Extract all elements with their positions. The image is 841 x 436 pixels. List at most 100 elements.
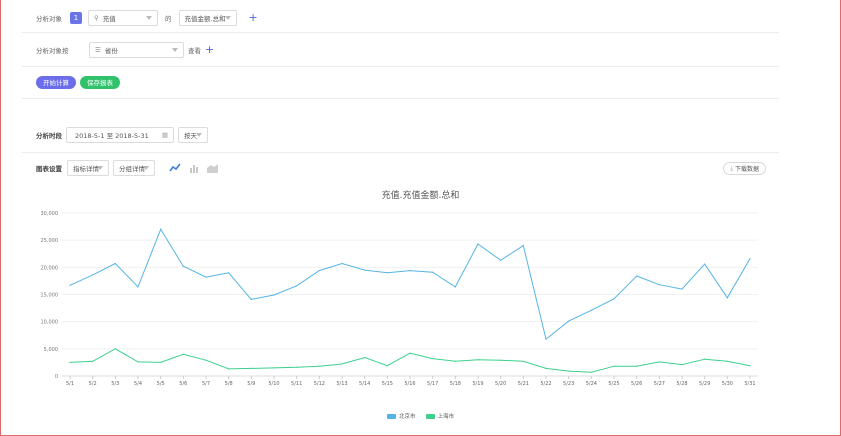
data-point[interactable]: [545, 367, 547, 369]
data-point[interactable]: [613, 365, 615, 367]
x-tick-label: 5/13: [336, 381, 347, 387]
data-point[interactable]: [749, 258, 751, 260]
data-point[interactable]: [704, 358, 706, 360]
data-point[interactable]: [386, 365, 388, 367]
data-point[interactable]: [704, 263, 706, 265]
x-tick-label: 5/5: [157, 381, 165, 387]
data-point[interactable]: [69, 361, 71, 364]
data-point[interactable]: [296, 285, 298, 287]
data-point[interactable]: [250, 367, 252, 369]
data-point[interactable]: [137, 286, 139, 288]
x-tick-label: 5/26: [631, 381, 642, 387]
data-point[interactable]: [228, 368, 230, 370]
data-point[interactable]: [409, 269, 411, 272]
data-point[interactable]: [296, 366, 298, 368]
data-point[interactable]: [318, 269, 320, 272]
data-point[interactable]: [409, 352, 411, 354]
line-chart: 05,00010,00015,00020,00025,00030,0005/1 5…: [41, 211, 758, 387]
legend-item[interactable]: 上海市: [425, 412, 455, 420]
x-tick-label: 5/7: [202, 381, 210, 387]
data-point[interactable]: [92, 360, 94, 362]
data-point[interactable]: [726, 360, 728, 362]
x-tick-label: 5/4: [134, 381, 142, 387]
data-point[interactable]: [364, 269, 366, 271]
legend-swatch: [386, 413, 396, 419]
data-point[interactable]: [386, 272, 388, 274]
x-tick-label: 5/21: [518, 381, 529, 387]
y-tick-label: 25,000: [41, 238, 59, 244]
data-point[interactable]: [613, 298, 615, 300]
data-point[interactable]: [341, 262, 343, 265]
x-tick-label: 5/24: [586, 381, 597, 387]
series-line-1[interactable]: [69, 228, 751, 340]
data-point[interactable]: [477, 359, 479, 361]
data-point[interactable]: [545, 338, 547, 340]
legend-label: 北京市: [398, 414, 416, 420]
data-point[interactable]: [160, 228, 162, 230]
data-point[interactable]: [658, 284, 660, 286]
data-point[interactable]: [205, 359, 207, 361]
data-point[interactable]: [92, 274, 94, 276]
data-point[interactable]: [636, 275, 638, 277]
data-point[interactable]: [114, 262, 116, 265]
x-tick-label: 5/10: [268, 381, 279, 387]
data-point[interactable]: [250, 298, 252, 300]
data-point[interactable]: [749, 365, 751, 367]
y-tick-label: 5,000: [44, 347, 58, 353]
x-tick-label: 5/19: [472, 381, 483, 387]
data-point[interactable]: [590, 309, 592, 311]
y-tick-label: 15,000: [41, 293, 59, 299]
x-tick-label: 5/15: [382, 381, 393, 387]
data-point[interactable]: [432, 358, 434, 360]
x-tick-label: 5/16: [404, 381, 415, 387]
data-point[interactable]: [273, 367, 275, 369]
legend-swatch: [425, 413, 435, 419]
data-point[interactable]: [500, 359, 502, 361]
y-tick-label: 20,000: [41, 265, 59, 271]
data-point[interactable]: [205, 276, 207, 278]
legend-label: 上海市: [437, 414, 455, 420]
data-point[interactable]: [273, 294, 275, 296]
x-tick-label: 5/1: [66, 381, 74, 387]
x-tick-label: 5/29: [699, 381, 710, 387]
y-tick-label: 10,000: [41, 320, 59, 326]
data-point[interactable]: [454, 360, 456, 362]
x-tick-label: 5/22: [540, 381, 551, 387]
chart-legend: 北京市 上海市: [0, 412, 841, 420]
data-point[interactable]: [114, 348, 116, 350]
legend-item[interactable]: 北京市: [386, 412, 416, 420]
data-point[interactable]: [658, 361, 660, 363]
data-point[interactable]: [568, 370, 570, 372]
data-point[interactable]: [432, 271, 434, 273]
x-tick-label: 5/9: [247, 381, 255, 387]
data-point[interactable]: [500, 259, 502, 261]
data-point[interactable]: [160, 361, 162, 364]
x-tick-label: 5/18: [450, 381, 461, 387]
data-point[interactable]: [228, 272, 230, 274]
data-point[interactable]: [568, 320, 570, 322]
x-tick-label: 5/12: [314, 381, 325, 387]
data-point[interactable]: [454, 286, 456, 288]
x-tick-label: 5/17: [427, 381, 438, 387]
data-point[interactable]: [681, 363, 683, 366]
data-point[interactable]: [182, 265, 184, 267]
data-point[interactable]: [137, 361, 139, 363]
data-point[interactable]: [69, 284, 71, 286]
data-point[interactable]: [477, 243, 479, 245]
data-point[interactable]: [681, 288, 683, 290]
y-tick-label: 0: [55, 374, 58, 380]
data-point[interactable]: [318, 365, 320, 367]
x-tick-label: 5/14: [359, 381, 370, 387]
data-point[interactable]: [726, 297, 728, 299]
data-point[interactable]: [636, 365, 638, 367]
x-tick-label: 5/8: [225, 381, 233, 387]
data-point[interactable]: [522, 245, 524, 247]
series-line-2[interactable]: [69, 348, 751, 373]
x-tick-label: 5/31: [744, 381, 755, 387]
data-point[interactable]: [182, 353, 184, 355]
data-point[interactable]: [590, 371, 592, 373]
x-tick-label: 5/20: [495, 381, 506, 387]
data-point[interactable]: [522, 360, 524, 362]
data-point[interactable]: [364, 356, 366, 359]
data-point[interactable]: [341, 363, 343, 365]
